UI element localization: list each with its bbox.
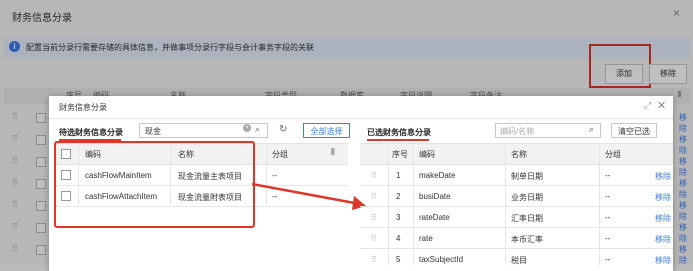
row-code: taxSubjectId	[419, 255, 464, 264]
search-icon[interactable]: ⌕	[255, 124, 260, 135]
row-name: 业务日期	[511, 193, 543, 202]
refresh-icon[interactable]: ↻	[279, 124, 287, 135]
row-seq: 4	[396, 234, 401, 243]
row-seq: 1	[396, 171, 401, 180]
inner-close-icon[interactable]: ✕	[657, 99, 666, 112]
row-name: 税目	[511, 256, 527, 265]
drag-handle-icon[interactable]: ⠿	[371, 255, 377, 264]
row-code: rateDate	[419, 213, 450, 222]
row-group: --	[605, 171, 611, 180]
remove-link[interactable]: 移除	[655, 234, 671, 245]
divider	[49, 118, 673, 119]
drag-handle-icon[interactable]: ⠿	[371, 171, 377, 180]
row-seq: 2	[396, 192, 401, 201]
row-seq: 3	[396, 213, 401, 222]
row-group: --	[605, 255, 611, 264]
drag-handle-icon[interactable]: ⠿	[371, 234, 377, 243]
row-name: 本币汇率	[511, 235, 543, 244]
search-icon[interactable]: ⌕	[589, 124, 594, 135]
inner-dialog-title: 财务信息分录	[59, 103, 107, 112]
row-group: --	[605, 213, 611, 222]
row-code: rate	[419, 234, 433, 243]
select-all-button[interactable]: 全部选择	[303, 123, 350, 138]
remove-link[interactable]: 移除	[655, 213, 671, 224]
remove-link[interactable]: 移除	[655, 171, 671, 182]
right-title-underline	[367, 139, 429, 141]
column-settings-icon[interactable]: ⫴	[331, 147, 335, 158]
remove-link[interactable]: 移除	[655, 255, 671, 266]
right-header-code: 编码	[419, 150, 435, 159]
row-code: makeDate	[419, 171, 456, 180]
row-name: 汇率日期	[511, 214, 543, 223]
right-panel-title: 已选财务信息分录	[367, 128, 431, 137]
drag-handle-icon[interactable]: ⠿	[371, 192, 377, 201]
right-search-placeholder[interactable]: 编码/名称	[500, 126, 534, 137]
left-table-highlight	[54, 141, 255, 228]
right-header-name: 名称	[511, 150, 527, 159]
row-name: 制单日期	[511, 172, 543, 181]
right-header-group: 分组	[605, 150, 621, 159]
row-group: --	[605, 234, 611, 243]
row-code: busiDate	[419, 192, 451, 201]
right-header-seq: 序号	[392, 150, 408, 159]
clear-selected-button[interactable]: 清空已选	[611, 123, 657, 138]
remove-link[interactable]: 移除	[655, 192, 671, 203]
row-seq: 5	[396, 255, 401, 264]
left-panel-title: 待选财务信息分录	[59, 128, 123, 137]
left-search-value[interactable]: 现金	[145, 126, 161, 137]
row-group: --	[605, 192, 611, 201]
drag-handle-icon[interactable]: ⠿	[371, 213, 377, 222]
left-header-group: 分组	[272, 150, 288, 159]
expand-icon[interactable]: ⤢	[644, 100, 651, 111]
annotation-arrow	[251, 182, 366, 210]
clear-icon[interactable]: ×	[243, 124, 251, 132]
row-group: --	[272, 171, 278, 180]
